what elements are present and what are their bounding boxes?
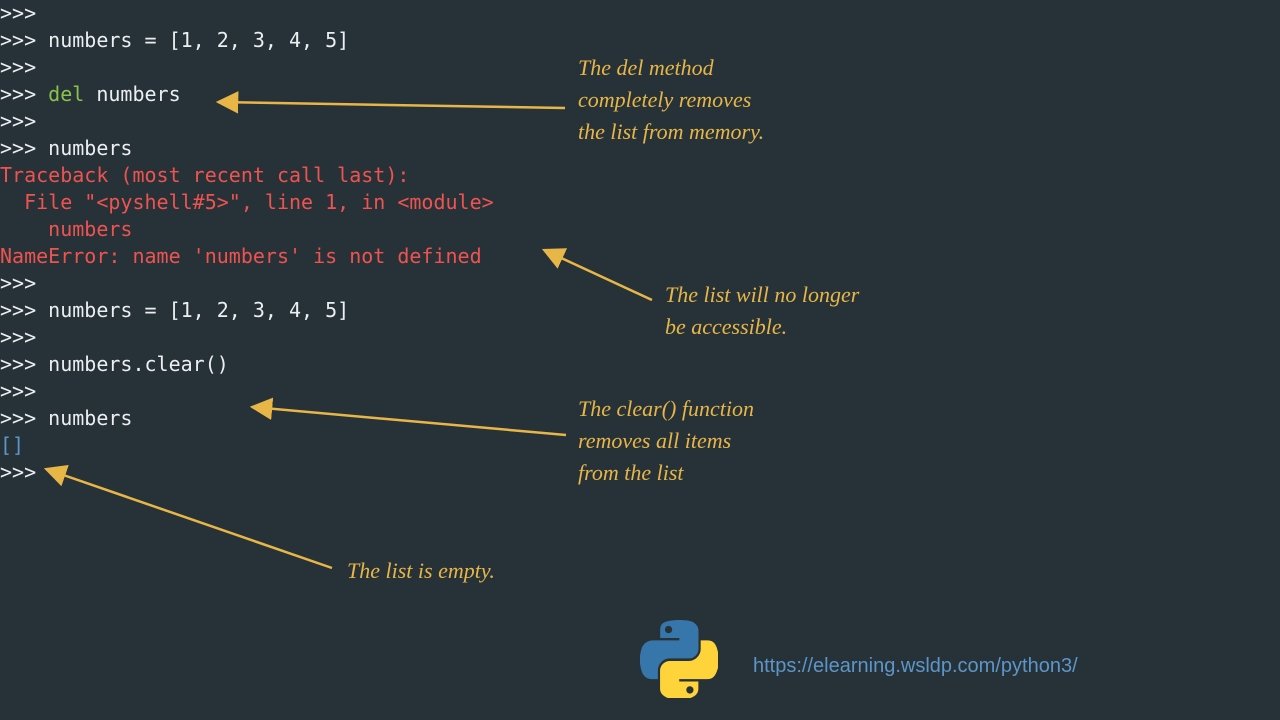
annotation-not-accessible: The list will no longer be accessible. [665,279,859,343]
python-logo-icon [640,620,718,698]
source-url: https://elearning.wsldp.com/python3/ [753,655,1078,678]
annotation-del-method: The del method completely removes the li… [578,52,764,148]
annotation-list-empty: The list is empty. [347,555,495,587]
terminal-output: >>> >>> numbers = [1, 2, 3, 4, 5] >>> >>… [0,0,494,486]
annotation-clear-function: The clear() function removes all items f… [578,393,754,489]
